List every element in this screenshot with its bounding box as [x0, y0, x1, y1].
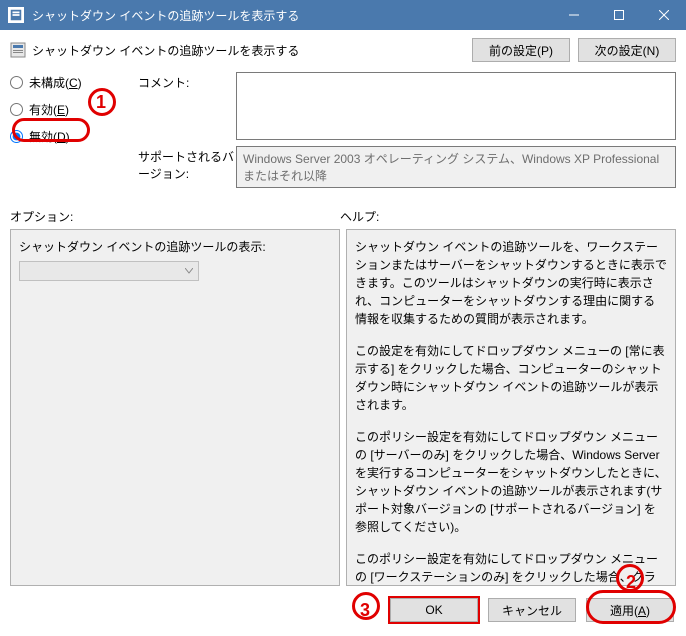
display-dropdown[interactable]	[19, 261, 199, 281]
radio-not-configured-input[interactable]	[10, 76, 23, 89]
config-area: 未構成(C) 有効(E) 無効(D) 1 コメント: サポートされるバージョン:…	[10, 72, 676, 194]
window-title: シャットダウン イベントの追跡ツールを表示する	[32, 7, 551, 24]
help-p1: シャットダウン イベントの追跡ツールを、ワークステーションまたはサーバーをシャッ…	[355, 238, 667, 328]
annotation-number-3: 3	[360, 600, 370, 621]
panels: シャットダウン イベントの追跡ツールの表示: シャットダウン イベントの追跡ツー…	[10, 229, 676, 586]
radio-disabled[interactable]: 無効(D)	[10, 128, 138, 145]
radio-enabled[interactable]: 有効(E)	[10, 101, 138, 118]
next-setting-button[interactable]: 次の設定(N)	[578, 38, 676, 62]
cancel-button[interactable]: キャンセル	[488, 598, 576, 622]
radio-enabled-input[interactable]	[10, 103, 23, 116]
panel-labels: オプション: ヘルプ:	[10, 208, 676, 225]
content-area: シャットダウン イベントの追跡ツールを表示する 前の設定(P) 次の設定(N) …	[0, 30, 686, 636]
minimize-button[interactable]	[551, 0, 596, 30]
maximize-button[interactable]	[596, 0, 641, 30]
options-panel-label: シャットダウン イベントの追跡ツールの表示:	[19, 238, 331, 255]
help-p3: このポリシー設定を有効にしてドロップダウン メニューの [サーバーのみ] をクリ…	[355, 428, 667, 536]
fields-column: コメント: サポートされるバージョン: Windows Server 2003 …	[138, 72, 676, 194]
radio-not-configured[interactable]: 未構成(C)	[10, 74, 138, 91]
apply-button[interactable]: 適用(A)	[586, 598, 674, 622]
radio-disabled-input[interactable]	[10, 130, 23, 143]
help-p2: この設定を有効にしてドロップダウン メニューの [常に表示する] をクリックした…	[355, 342, 667, 414]
state-radios: 未構成(C) 有効(E) 無効(D) 1	[10, 72, 138, 194]
titlebar: シャットダウン イベントの追跡ツールを表示する	[0, 0, 686, 30]
close-button[interactable]	[641, 0, 686, 30]
header-row: シャットダウン イベントの追跡ツールを表示する 前の設定(P) 次の設定(N)	[10, 38, 676, 62]
supported-version-box: Windows Server 2003 オペレーティング システム、Window…	[236, 146, 676, 188]
supported-version-label: サポートされるバージョン:	[138, 146, 236, 188]
help-label: ヘルプ:	[340, 208, 676, 225]
previous-setting-button[interactable]: 前の設定(P)	[472, 38, 570, 62]
options-panel: シャットダウン イベントの追跡ツールの表示:	[10, 229, 340, 586]
help-panel[interactable]: シャットダウン イベントの追跡ツールを、ワークステーションまたはサーバーをシャッ…	[346, 229, 676, 586]
app-icon	[8, 7, 24, 23]
policy-icon	[10, 42, 26, 58]
comment-label: コメント:	[138, 72, 236, 140]
policy-title: シャットダウン イベントの追跡ツールを表示する	[32, 42, 464, 59]
options-label: オプション:	[10, 208, 340, 225]
chevron-down-icon	[182, 264, 196, 278]
comment-textarea[interactable]	[236, 72, 676, 140]
annotation-circle-3	[352, 592, 380, 620]
help-p4: このポリシー設定を有効にしてドロップダウン メニューの [ワークステーションのみ…	[355, 550, 667, 586]
ok-button[interactable]: OK	[390, 598, 478, 622]
footer: 3 OK キャンセル 適用(A) 2	[10, 586, 676, 628]
